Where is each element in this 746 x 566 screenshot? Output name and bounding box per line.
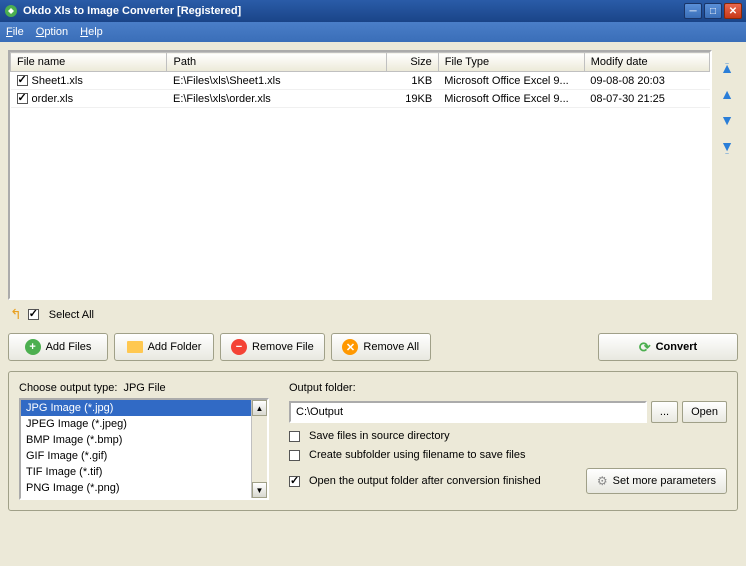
move-top-icon[interactable]: ▲_ bbox=[719, 60, 735, 76]
create-subfolder-checkbox[interactable] bbox=[289, 450, 300, 461]
table-row[interactable]: Sheet1.xlsE:\Files\xls\Sheet1.xls1KBMicr… bbox=[11, 72, 710, 90]
menu-file[interactable]: File bbox=[6, 26, 24, 38]
output-type-listbox[interactable]: JPG Image (*.jpg)JPEG Image (*.jpeg)BMP … bbox=[21, 400, 251, 498]
output-folder-label: Output folder: bbox=[289, 382, 727, 394]
output-folder-input[interactable] bbox=[289, 401, 647, 423]
gear-icon: ⚙ bbox=[597, 474, 608, 488]
app-icon bbox=[4, 4, 18, 18]
save-in-source-label: Save files in source directory bbox=[309, 430, 450, 442]
scroll-down-icon[interactable]: ▼ bbox=[252, 482, 267, 498]
list-item[interactable]: TIF Image (*.tif) bbox=[21, 464, 251, 480]
minus-icon: − bbox=[231, 339, 247, 355]
create-subfolder-label: Create subfolder using filename to save … bbox=[309, 449, 525, 461]
minimize-button[interactable]: ─ bbox=[684, 3, 702, 19]
move-bottom-icon[interactable]: ▼_ bbox=[719, 138, 735, 154]
title-bar: Okdo Xls to Image Converter [Registered]… bbox=[0, 0, 746, 22]
list-item[interactable]: BMP Image (*.bmp) bbox=[21, 432, 251, 448]
file-list[interactable]: File name Path Size File Type Modify dat… bbox=[8, 50, 712, 300]
column-header-type[interactable]: File Type bbox=[438, 53, 584, 72]
remove-all-button[interactable]: ✕ Remove All bbox=[331, 333, 431, 361]
output-type-label: Choose output type: bbox=[19, 382, 117, 394]
open-folder-button[interactable]: Open bbox=[682, 401, 727, 423]
open-after-label: Open the output folder after conversion … bbox=[309, 475, 541, 487]
convert-icon: ⟳ bbox=[639, 339, 651, 356]
window-controls: ─ □ ✕ bbox=[684, 3, 742, 19]
table-row[interactable]: order.xlsE:\Files\xls\order.xls19KBMicro… bbox=[11, 90, 710, 108]
folder-up-icon[interactable]: ↰ bbox=[10, 306, 22, 323]
column-header-path[interactable]: Path bbox=[167, 53, 386, 72]
listbox-scrollbar[interactable]: ▲ ▼ bbox=[251, 400, 267, 498]
list-item[interactable]: PNG Image (*.png) bbox=[21, 480, 251, 496]
list-item[interactable]: JPG Image (*.jpg) bbox=[21, 400, 251, 416]
row-checkbox[interactable] bbox=[17, 75, 28, 86]
add-files-button[interactable]: + Add Files bbox=[8, 333, 108, 361]
menu-bar: File Option Help bbox=[0, 22, 746, 42]
output-type-current: JPG File bbox=[123, 382, 165, 394]
move-up-icon[interactable]: ▲ bbox=[719, 86, 735, 102]
move-down-icon[interactable]: ▼ bbox=[719, 112, 735, 128]
main-panel: File name Path Size File Type Modify dat… bbox=[0, 42, 746, 519]
browse-button[interactable]: ... bbox=[651, 401, 678, 423]
scroll-up-icon[interactable]: ▲ bbox=[252, 400, 267, 416]
maximize-button[interactable]: □ bbox=[704, 3, 722, 19]
window-title: Okdo Xls to Image Converter [Registered] bbox=[23, 5, 684, 17]
row-checkbox[interactable] bbox=[17, 93, 28, 104]
column-header-size[interactable]: Size bbox=[386, 53, 438, 72]
add-folder-button[interactable]: Add Folder bbox=[114, 333, 214, 361]
plus-icon: + bbox=[25, 339, 41, 355]
list-item[interactable]: GIF Image (*.gif) bbox=[21, 448, 251, 464]
reorder-controls: ▲_ ▲ ▼ ▼_ bbox=[716, 50, 738, 300]
menu-option[interactable]: Option bbox=[36, 26, 68, 38]
convert-button[interactable]: ⟳ Convert bbox=[598, 333, 738, 361]
save-in-source-checkbox[interactable] bbox=[289, 431, 300, 442]
close-button[interactable]: ✕ bbox=[724, 3, 742, 19]
set-more-parameters-button[interactable]: ⚙ Set more parameters bbox=[586, 468, 727, 494]
select-all-checkbox[interactable] bbox=[28, 309, 39, 320]
menu-help[interactable]: Help bbox=[80, 26, 103, 38]
list-item[interactable]: JPEG Image (*.jpeg) bbox=[21, 416, 251, 432]
column-header-name[interactable]: File name bbox=[11, 53, 167, 72]
column-header-date[interactable]: Modify date bbox=[584, 53, 709, 72]
remove-file-button[interactable]: − Remove File bbox=[220, 333, 325, 361]
select-all-label: Select All bbox=[49, 309, 94, 321]
x-icon: ✕ bbox=[342, 339, 358, 355]
folder-icon bbox=[127, 341, 143, 353]
open-after-checkbox[interactable] bbox=[289, 476, 300, 487]
